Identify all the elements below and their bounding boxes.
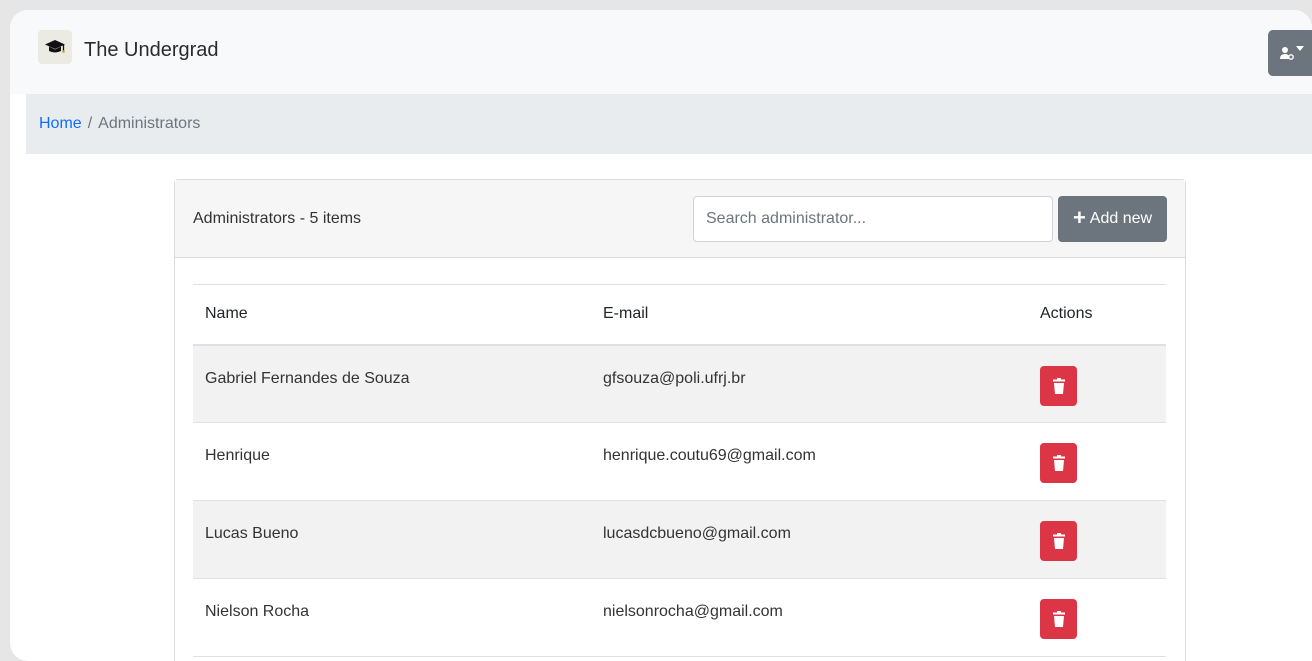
plus-icon: + (1072, 205, 1086, 230)
actions-cell (1028, 345, 1166, 423)
admin-name-cell: Henrique (205, 447, 270, 464)
brand-title[interactable]: The Undergrad (84, 39, 219, 62)
administrators-card: Administrators - 5 items + Add new Name … (174, 179, 1186, 661)
column-header-actions: Actions (1040, 305, 1093, 323)
card-header: Administrators - 5 items + Add new (175, 180, 1185, 258)
column-header-name[interactable]: Name (193, 285, 591, 345)
breadcrumb-separator: / (87, 115, 93, 132)
table-row: Lucas Bueno lucasdcbueno@gmail.com (193, 500, 1166, 579)
breadcrumb: Home / Administrators (26, 94, 1312, 154)
admin-name-cell: Lucas Bueno (205, 525, 299, 542)
column-header-email[interactable]: E-mail (591, 285, 1028, 345)
admin-name-cell: Nielson Rocha (205, 603, 310, 620)
navbar: The Undergrad (10, 10, 1312, 94)
administrators-table: Name E-mail Actions Gabriel Fernandes de… (193, 284, 1166, 657)
actions-cell (1028, 423, 1166, 501)
breadcrumb-home-link[interactable]: Home (39, 115, 82, 133)
add-new-label: Add new (1089, 210, 1153, 227)
actions-cell (1028, 579, 1166, 657)
table-header-row: Name E-mail Actions (193, 284, 1166, 345)
actions-cell (1028, 501, 1166, 579)
trash-icon (1052, 455, 1065, 471)
brand-logo[interactable] (38, 30, 72, 64)
search-input[interactable] (693, 196, 1053, 242)
trash-icon (1052, 533, 1065, 549)
table-row: Nielson Rocha nielsonrocha@gmail.com (193, 579, 1166, 657)
card-title: Administrators - 5 items (193, 210, 362, 227)
app-window: The Undergrad Home / Administrators Admi… (10, 10, 1312, 661)
user-gear-icon (1280, 47, 1294, 60)
admin-email-cell: nielsonrocha@gmail.com (603, 603, 783, 620)
admin-name-cell: Gabriel Fernandes de Souza (205, 369, 410, 387)
delete-button[interactable] (1040, 365, 1077, 406)
delete-button[interactable] (1040, 599, 1077, 639)
admin-email-cell: lucasdcbueno@gmail.com (603, 525, 791, 542)
table-row: Gabriel Fernandes de Souza gfsouza@poli.… (193, 344, 1166, 423)
add-new-button[interactable]: + Add new (1058, 196, 1167, 242)
user-menu-button[interactable] (1268, 30, 1312, 76)
delete-button[interactable] (1040, 443, 1077, 483)
chevron-down-icon (1296, 45, 1304, 51)
trash-icon (1052, 377, 1065, 394)
admin-email-cell: henrique.coutu69@gmail.com (603, 447, 816, 464)
delete-button[interactable] (1040, 521, 1077, 561)
breadcrumb-current: Administrators (98, 115, 201, 132)
admin-email-cell: gfsouza@poli.ufrj.br (603, 369, 746, 387)
graduation-cap-icon (45, 40, 65, 53)
table-row: Henrique henrique.coutu69@gmail.com (193, 423, 1166, 501)
trash-icon (1052, 611, 1065, 627)
